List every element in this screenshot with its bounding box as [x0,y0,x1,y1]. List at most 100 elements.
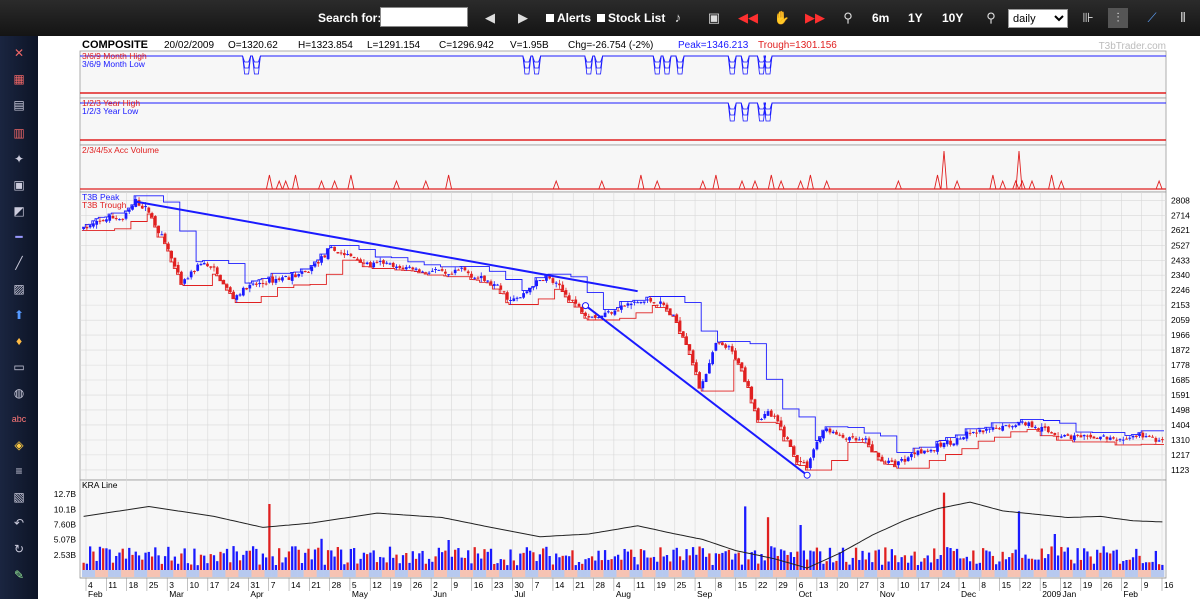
alert-bell-icon[interactable]: ♦ [9,332,29,350]
candle-body [463,267,467,271]
candle-body [815,441,819,450]
stocklist-checkbox[interactable] [597,14,605,22]
volume-band-cell [919,570,924,577]
range-1y-button[interactable]: 1Y [908,0,923,36]
candle-body [916,450,920,455]
candle-body [505,292,509,300]
volume-band-cell [280,570,285,577]
candle-body [1050,432,1053,434]
bell-icon[interactable]: ♪ [668,8,688,28]
text-tool-icon[interactable]: abc [9,410,29,428]
candle-body [499,285,503,290]
candle-body [655,304,659,306]
candle-body [756,408,760,421]
day-tick-label: 17 [920,580,930,590]
volume-band-cell [82,570,86,577]
candle-body [160,234,164,236]
high-label: H=1323.854 [298,40,353,51]
chevron-left-icon[interactable]: ◀ [480,8,500,28]
candle-body [1076,434,1080,436]
magnet-tool-icon[interactable]: ✦ [9,150,29,168]
volume-band-cell [714,570,718,577]
chevron-right-icon[interactable]: ▶ [513,8,533,28]
candle-body [707,363,711,374]
table-tool-icon[interactable]: ▦ [9,70,29,88]
day-tick-label: 9 [1144,580,1149,590]
hand-icon[interactable]: ✋ [772,8,792,28]
volume-band-cell [792,570,797,577]
volume-band-cell [336,570,340,577]
range-6m-button[interactable]: 6m [872,0,889,36]
color-tool-icon[interactable]: ◈ [9,436,29,454]
volume-band-cell [834,570,839,577]
draw-tool-icon[interactable]: ✎ [9,566,29,584]
candle-body [483,275,486,281]
line-chart-icon[interactable]: ⟋ [1142,8,1162,28]
stocklist-toggle[interactable]: Stock List [597,0,665,36]
volume-band-cell [877,570,881,577]
candle-body [688,344,692,351]
undo-icon[interactable]: ↶ [9,514,29,532]
remove-tool-icon[interactable]: ✕ [9,44,29,62]
candle-body [150,213,154,218]
refresh-icon[interactable]: ↻ [9,540,29,558]
candle-body [701,381,705,389]
candle-body [606,311,610,313]
period-select[interactable]: daily [1008,9,1068,28]
zoom-out-icon[interactable]: ⚲ [981,8,1001,28]
volume-band-cell [1072,570,1077,577]
grid-tool-icon[interactable]: ▤ [9,96,29,114]
volume-band-cell [127,570,132,577]
candle-body [375,261,379,263]
camera-icon[interactable]: ▣ [704,8,724,28]
alerts-checkbox[interactable] [546,14,554,22]
volume-band-cell [860,570,865,577]
candle-body [271,276,275,283]
candle-body [356,258,359,260]
candle-body [1082,435,1086,437]
pattern-tool-icon[interactable]: ▧ [9,488,29,506]
volume-band-cell [316,570,321,577]
volume-band-cell [890,570,894,577]
month-tick-label: May [352,589,369,599]
candle-body [1121,439,1125,441]
volume-band-cell [443,570,448,577]
arrow-up-icon[interactable]: ⬆ [9,306,29,324]
candle-chart-icon[interactable]: ⊪ [1078,8,1098,28]
rewind-icon[interactable]: ◀◀ [738,8,758,28]
bar-chart-icon[interactable]: ⫶ [1108,8,1128,28]
ellipse-tool-icon[interactable]: ◍ [9,384,29,402]
candle-body [668,308,672,315]
alerts-toggle[interactable]: Alerts [546,0,591,36]
indicator-tool-icon[interactable]: ▥ [9,124,29,142]
month-tick-label: Jun [433,589,447,599]
layers-tool-icon[interactable]: ≡ [9,462,29,480]
ohlc-chart-icon[interactable]: ⫴ [1173,8,1193,28]
volume-band-cell [186,570,190,577]
volume-band-cell [909,570,914,577]
range-10y-button[interactable]: 10Y [942,0,963,36]
candle-body [183,279,187,284]
zoom-box-tool-icon[interactable]: ◩ [9,202,29,220]
save-tool-icon[interactable]: ▣ [9,176,29,194]
volume-band-cell [704,570,709,577]
rectangle-tool-icon[interactable]: ▭ [9,358,29,376]
candle-body [730,346,734,352]
day-tick-label: 22 [1022,580,1032,590]
candle-body [444,271,447,274]
trendline-tool-icon[interactable]: ╱ [9,254,29,272]
volume-band-cell [984,570,989,577]
horizontal-line-icon[interactable]: ━ [9,228,29,246]
volume-band-cell [209,570,213,577]
volume-band-cell [486,570,490,577]
candle-body [763,413,767,419]
fast-forward-icon[interactable]: ▶▶ [805,8,825,28]
candle-body [88,225,92,228]
candle-body [118,219,121,221]
volume-band-cell [202,570,207,577]
zoom-in-icon[interactable]: ⚲ [838,8,858,28]
fib-tool-icon[interactable]: ▨ [9,280,29,298]
search-input[interactable] [380,7,468,27]
price-tick-label: 2153 [1171,300,1190,310]
volume-band-cell [196,570,200,577]
